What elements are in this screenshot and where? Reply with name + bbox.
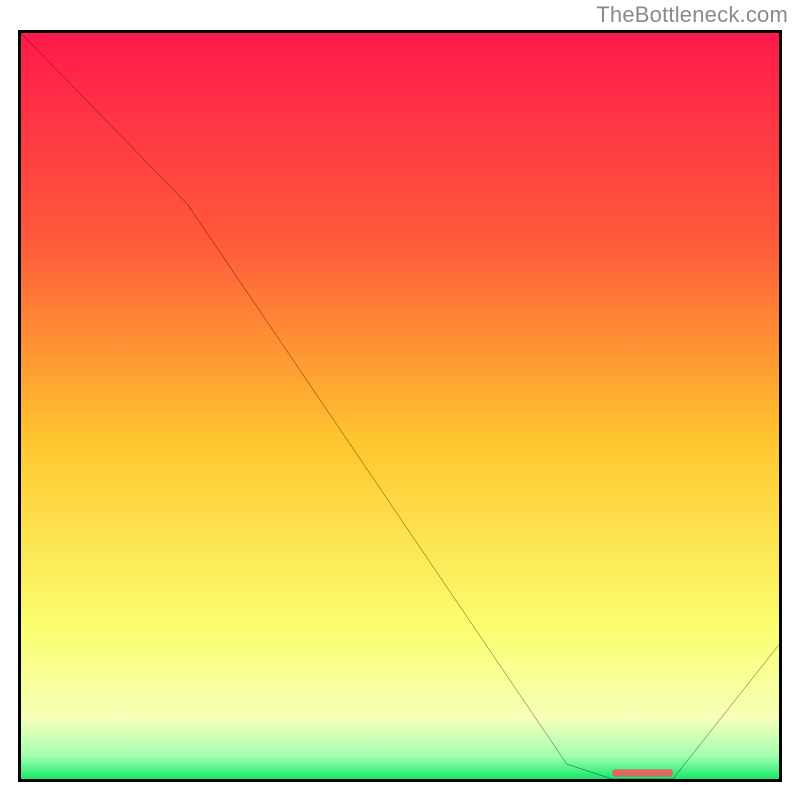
chart-frame <box>18 30 782 782</box>
chart-background <box>21 33 779 779</box>
optimal-zone-marker <box>612 769 673 776</box>
attribution-text: TheBottleneck.com <box>596 2 788 28</box>
bottleneck-chart <box>21 33 779 779</box>
